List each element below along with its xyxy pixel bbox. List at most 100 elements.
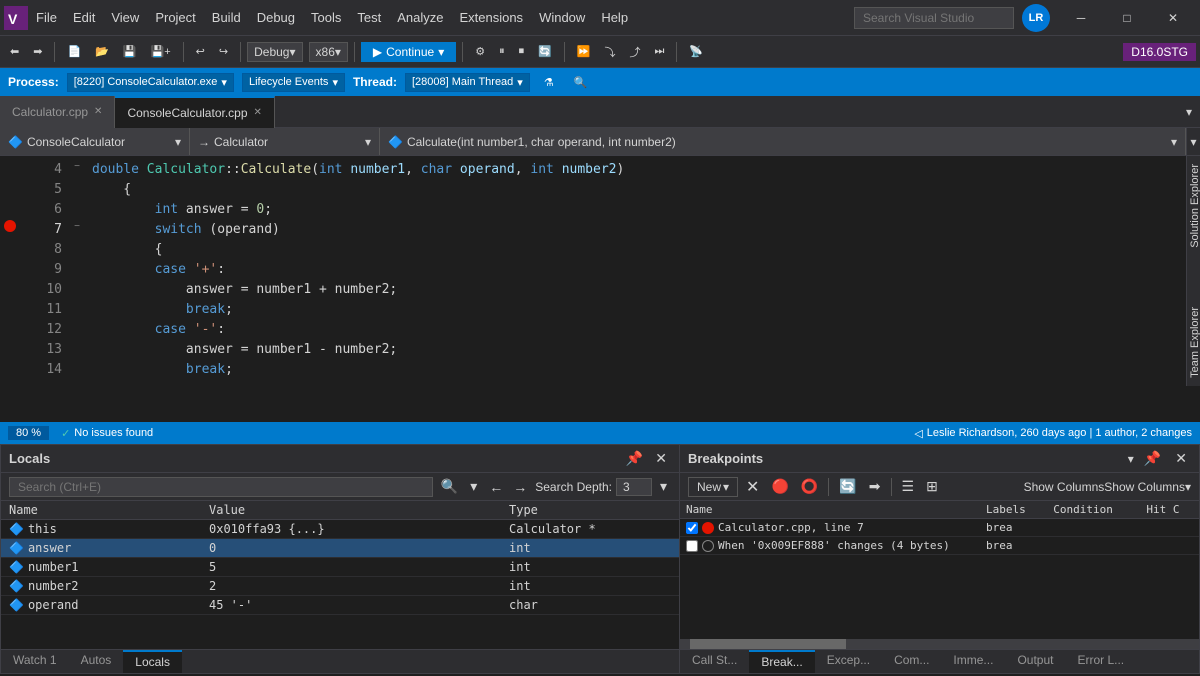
bp-close-button[interactable]: ✕ [1171,449,1191,468]
tab-close-calculator[interactable]: ✕ [94,106,102,117]
breakpoints-tab[interactable]: Break... [749,650,814,673]
output-tab[interactable]: Output [1005,650,1065,673]
filter-button[interactable]: ⚗ [538,74,560,91]
search-depth-input[interactable] [616,478,652,496]
immediate-tab[interactable]: Imme... [941,650,1005,673]
autos-tab[interactable]: Autos [69,650,124,673]
menu-edit[interactable]: Edit [65,6,103,29]
tab-consolecalculator[interactable]: ConsoleCalculator.cpp ✕ [115,96,274,128]
bp-row[interactable]: Calculator.cpp, line 7 brea [680,519,1199,537]
watch1-tab[interactable]: Watch 1 [1,650,69,673]
menu-extensions[interactable]: Extensions [451,6,531,29]
menu-file[interactable]: File [28,6,65,29]
menu-view[interactable]: View [103,6,147,29]
locals-pin-button[interactable]: 📌 [622,449,647,468]
bp-scrollbar[interactable] [680,639,1199,649]
bp-go-button[interactable]: ➡ [865,477,885,496]
open-file-button[interactable]: 📂 [89,43,115,60]
bp-toggle2-button[interactable]: ⭕ [797,477,822,496]
search-prev-button[interactable]: ← [485,478,507,496]
collapse-4[interactable]: − [70,156,84,176]
filter2-button[interactable]: 🔍 [568,74,594,91]
save-button[interactable]: 💾 [117,43,143,60]
continue-button[interactable]: ▶ Continue ▾ [361,42,456,62]
menu-tools[interactable]: Tools [303,6,349,29]
menu-analyze[interactable]: Analyze [389,6,451,29]
bp-show-columns[interactable]: Show ColumnsShow Columns▾ [1024,480,1191,494]
search-next-button[interactable]: → [509,478,531,496]
debug-nav3[interactable]: ⏹ [513,43,531,60]
menu-project[interactable]: Project [147,6,203,29]
tab-calculator[interactable]: Calculator.cpp ✕ [0,96,115,128]
bp-label-2: brea [980,537,1047,555]
team-explorer-label[interactable]: Team Explorer [1187,299,1200,386]
undo-button[interactable]: ↩ [190,43,211,60]
platform-dropdown[interactable]: x86 ▾ [309,42,348,62]
locals-search-input[interactable] [9,477,433,497]
debug-nav2[interactable]: ⏸ [493,43,511,60]
table-row[interactable]: 🔷number1 5 int [1,558,679,577]
back-button[interactable]: ⬅ [4,43,25,60]
locals-tab[interactable]: Locals [123,650,182,673]
search-input[interactable] [854,7,1014,29]
solution-explorer-label[interactable]: Solution Explorer [1187,156,1200,256]
debug-nav4[interactable]: 🔄 [532,43,558,60]
bp-grid-button[interactable]: ⊞ [922,477,942,496]
menu-window[interactable]: Window [531,6,593,29]
exceptions-tab[interactable]: Excep... [815,650,882,673]
debug-step3[interactable]: ⤴ [624,42,647,62]
debug-step1[interactable]: ⏩ [571,43,597,60]
process-dropdown[interactable]: [8220] ConsoleCalculator.exe▾ [67,73,234,92]
save-all-button[interactable]: 💾+ [145,43,177,60]
menu-test[interactable]: Test [349,6,389,29]
locals-search-dropdown[interactable]: ▾ [466,477,481,496]
bp-refresh-button[interactable]: 🔄 [835,477,860,496]
collapse-7[interactable]: − [70,216,84,236]
live-share-button[interactable]: 📡 [683,43,709,60]
zoom-level[interactable]: 80 % [8,426,49,440]
project-dropdown[interactable]: 🔷 ConsoleCalculator ▾ [0,128,190,155]
debug-step4[interactable]: ⏭ [649,43,671,60]
tab-close-consolecalculator[interactable]: ✕ [254,107,262,118]
lifecycle-dropdown[interactable]: Lifecycle Events▾ [242,73,345,92]
nav-scroll[interactable]: ▾ [1186,128,1200,155]
errorlist-tab[interactable]: Error L... [1065,650,1136,673]
method-dropdown[interactable]: 🔷 Calculate(int number1, char operand, i… [380,128,1186,155]
redo-button[interactable]: ↪ [213,43,234,60]
bp-toggle1-button[interactable]: 🔴 [767,477,792,496]
table-row[interactable]: 🔷this 0x010ffa93 {...} Calculator * [1,520,679,539]
close-button[interactable]: ✕ [1150,0,1196,36]
row-name-number1: 🔷number1 [1,558,201,577]
new-file-button[interactable]: 📄 [61,43,87,60]
bp-checkbox-2[interactable] [686,540,698,552]
code-content[interactable]: double Calculator::Calculate(int number1… [84,156,1186,386]
thread-dropdown[interactable]: [28008] Main Thread▾ [405,73,530,92]
debug-step2[interactable]: ⤵ [599,42,622,62]
bp-checkbox-1[interactable] [686,522,698,534]
forward-button[interactable]: ➡ [27,43,48,60]
bp-list-button[interactable]: ☰ [898,477,919,496]
table-row[interactable]: 🔷number2 2 int [1,577,679,596]
bp-new-button[interactable]: New ▾ [688,477,738,497]
minimize-button[interactable]: ─ [1058,0,1104,36]
debug-config-dropdown[interactable]: Debug ▾ [247,42,302,62]
bp-delete-button[interactable]: ✕ [742,476,763,498]
locals-close-button[interactable]: ✕ [651,449,671,468]
bp-row[interactable]: When '0x009EF888' changes (4 bytes) brea [680,537,1199,555]
search-icon-btn[interactable]: 🔍 [437,477,462,496]
debug-nav1[interactable]: ⚙ [469,43,491,60]
tab-scroll-arrow[interactable]: ▾ [1178,105,1200,119]
maximize-button[interactable]: □ [1104,0,1150,36]
command-tab[interactable]: Com... [882,650,941,673]
table-row[interactable]: 🔷answer 0 int [1,539,679,558]
gutter-7[interactable] [0,216,20,236]
class-dropdown[interactable]: → Calculator ▾ [190,128,380,155]
depth-dropdown[interactable]: ▾ [656,477,671,496]
table-row[interactable]: 🔷operand 45 '-' char [1,596,679,615]
menu-debug[interactable]: Debug [249,6,303,29]
menu-build[interactable]: Build [204,6,249,29]
bp-pin-button[interactable]: 📌 [1140,449,1165,468]
menu-help[interactable]: Help [593,6,636,29]
user-avatar[interactable]: LR [1022,4,1050,32]
callstack-tab[interactable]: Call St... [680,650,749,673]
